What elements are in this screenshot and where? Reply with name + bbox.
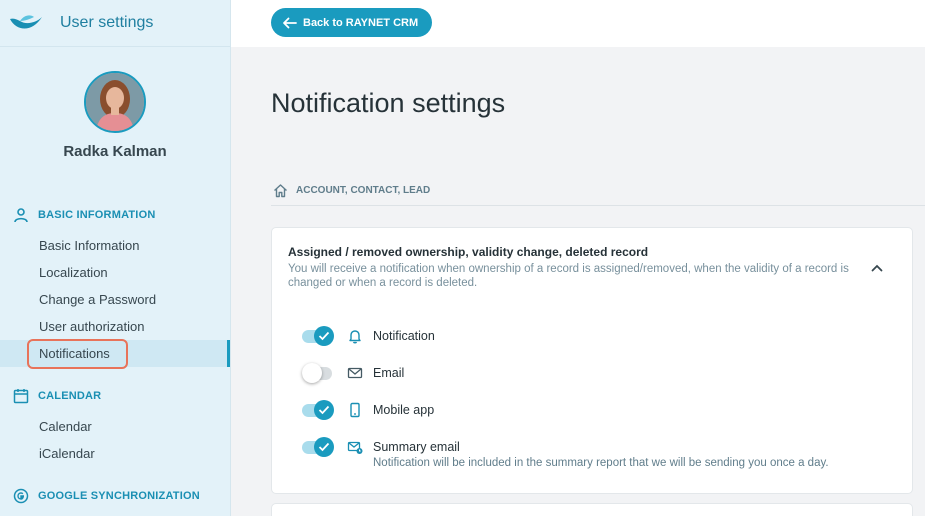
breadcrumb-label: ACCOUNT, CONTACT, LEAD (296, 185, 431, 196)
card-description: You will receive a notification when own… (288, 263, 849, 289)
option-row-summary-email: Summary email Notification will be inclu… (302, 437, 829, 469)
avatar[interactable] (84, 71, 146, 133)
google-icon (13, 488, 29, 504)
bell-icon (349, 330, 361, 344)
calendar-icon (13, 389, 29, 404)
chevron-up-icon[interactable] (870, 261, 884, 275)
option-row-notification: Notification (302, 326, 435, 346)
sidebar-item-change-password[interactable]: Change a Password (0, 286, 230, 313)
topbar: Back to RAYNET CRM (231, 0, 925, 47)
sidebar-item-icalendar[interactable]: iCalendar (0, 440, 230, 467)
option-label: Mobile app (373, 403, 435, 417)
check-icon (318, 331, 330, 341)
option-label: Email (373, 366, 405, 380)
section-google-synchronization: GOOGLE SYNCHRONIZATION (0, 488, 230, 504)
raynet-logo-icon (10, 15, 42, 29)
section-title-google-synchronization[interactable]: GOOGLE SYNCHRONIZATION (0, 488, 230, 504)
mobile-app-toggle[interactable] (302, 400, 335, 420)
notification-card-next (271, 503, 913, 516)
avatar-image (86, 73, 144, 131)
home-icon (274, 184, 287, 198)
check-icon (318, 442, 330, 452)
sidebar-item-calendar[interactable]: Calendar (0, 413, 230, 440)
option-row-mobile-app: Mobile app (302, 400, 434, 420)
page-title: Notification settings (271, 88, 506, 118)
section-label: GOOGLE SYNCHRONIZATION (38, 490, 200, 502)
section-calendar: CALENDAR Calendar iCalendar (0, 388, 230, 467)
email-toggle[interactable] (302, 363, 335, 383)
sidebar: User settings Radka Kalman BASIC INFORMA… (0, 0, 231, 516)
option-label: Notification (373, 329, 435, 343)
person-icon (14, 208, 28, 223)
notification-card: Assigned / removed ownership, validity c… (271, 227, 913, 494)
section-title-calendar[interactable]: CALENDAR (0, 388, 230, 404)
breadcrumb: ACCOUNT, CONTACT, LEAD (273, 183, 430, 198)
check-icon (318, 405, 330, 415)
arrow-left-icon (283, 17, 297, 28)
notification-toggle[interactable] (302, 326, 335, 346)
option-note: Notification will be included in the sum… (373, 457, 829, 469)
sidebar-header: User settings (0, 0, 230, 47)
app-title: User settings (60, 14, 154, 31)
card-title: Assigned / removed ownership, validity c… (288, 245, 649, 259)
summary-email-icon (347, 441, 363, 454)
section-label: BASIC INFORMATION (38, 209, 156, 221)
user-profile: Radka Kalman (0, 47, 230, 160)
sidebar-item-user-authorization[interactable]: User authorization (0, 313, 230, 340)
highlight-outline (27, 339, 128, 369)
back-button-label: Back to RAYNET CRM (303, 16, 419, 29)
section-title-basic-information[interactable]: BASIC INFORMATION (0, 207, 230, 223)
section-label: CALENDAR (38, 390, 102, 402)
summary-email-toggle[interactable] (302, 437, 335, 457)
option-row-email: Email (302, 363, 404, 383)
option-label: Summary email (373, 440, 460, 454)
section-basic-information: BASIC INFORMATION Basic Information Loca… (0, 207, 230, 369)
envelope-icon (347, 367, 363, 379)
sidebar-item-localization[interactable]: Localization (0, 259, 230, 286)
divider (271, 205, 925, 206)
user-name: Radka Kalman (63, 143, 167, 160)
mobile-icon (350, 402, 360, 418)
sidebar-item-basic-information[interactable]: Basic Information (0, 232, 230, 259)
back-to-crm-button[interactable]: Back to RAYNET CRM (271, 8, 432, 37)
sidebar-item-notifications[interactable]: Notifications (0, 339, 230, 369)
